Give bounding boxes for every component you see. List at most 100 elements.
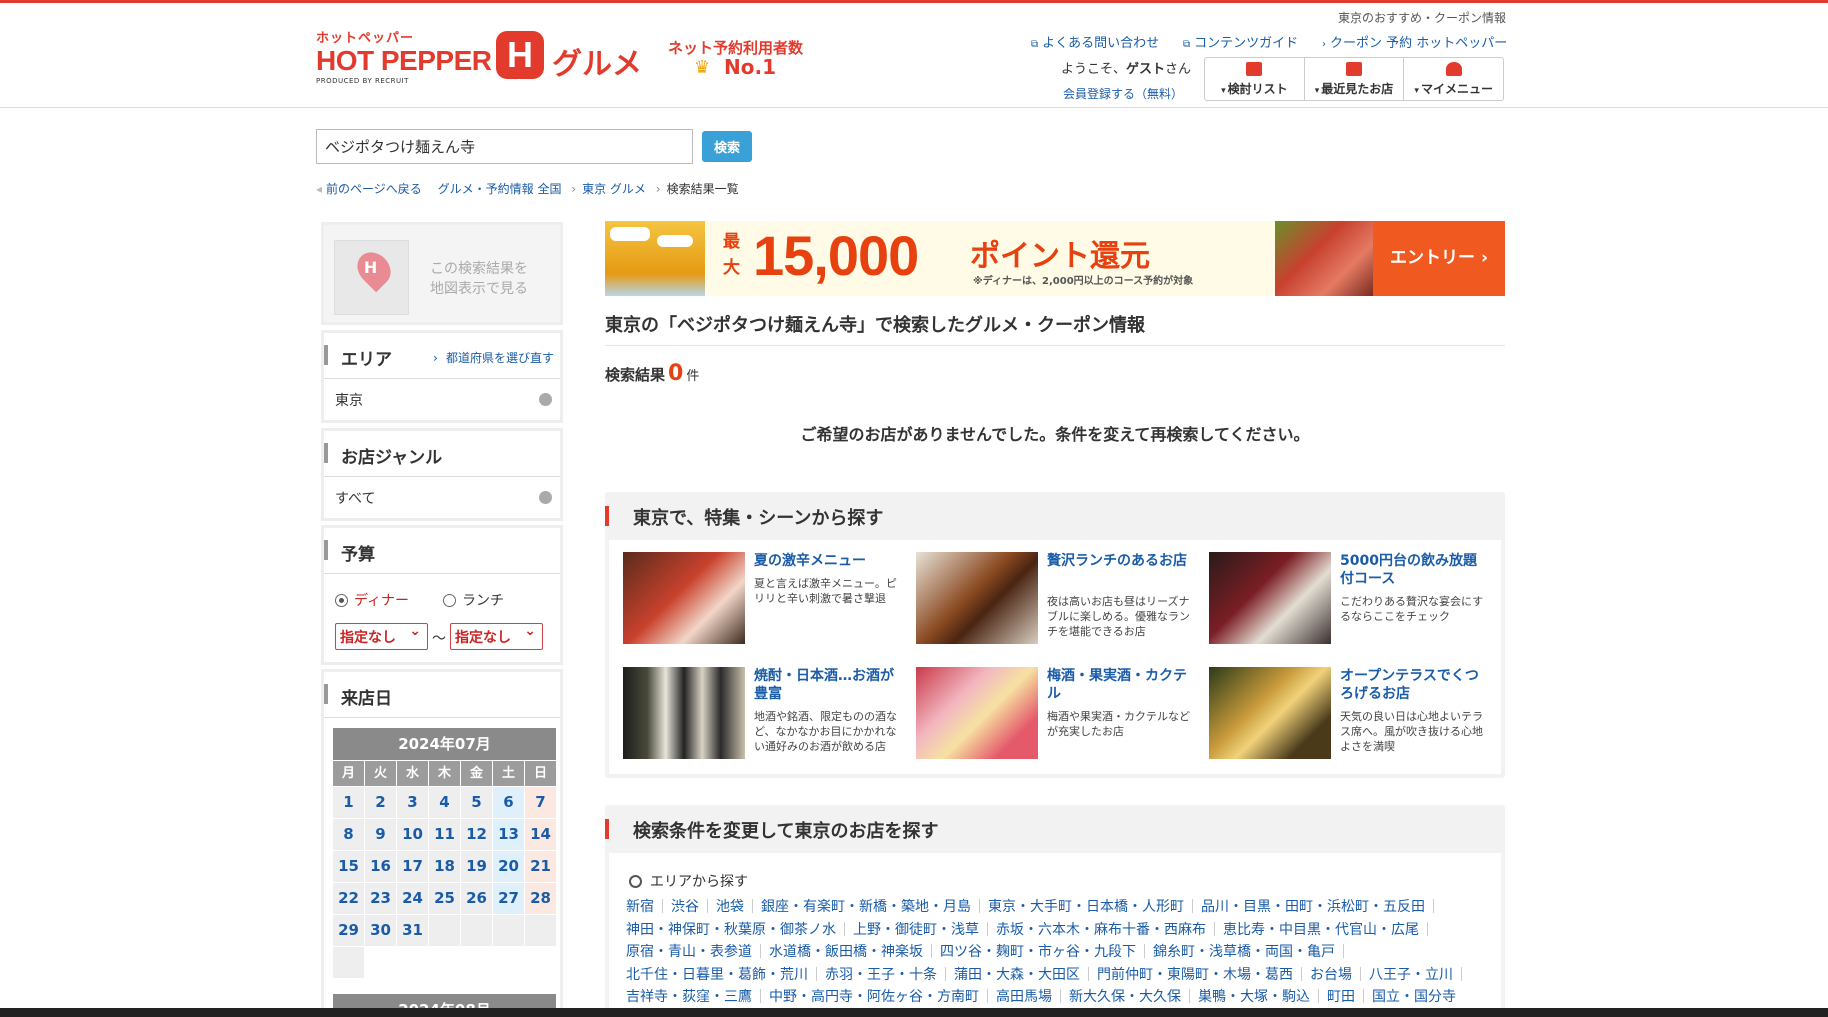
area-link[interactable]: 四ツ谷・麹町・市ヶ谷・九段下 [940, 944, 1136, 960]
calendar-day[interactable]: 25 [429, 883, 460, 914]
map-view-box[interactable]: この検索結果を地図表示で見る [321, 222, 563, 325]
link-separator [987, 989, 988, 1003]
change-prefecture-link[interactable]: 都道府県を選び直す [433, 349, 554, 366]
area-link[interactable]: 町田 [1327, 989, 1355, 1005]
area-link[interactable]: 銀座・有楽町・新橋・築地・月島 [761, 899, 971, 915]
area-selector[interactable]: 東京 [324, 379, 560, 419]
back-link[interactable]: 前のページへ戻る [326, 182, 422, 196]
breadcrumb-nationwide[interactable]: グルメ・予約情報 全国 [438, 182, 562, 196]
logo-kana[interactable]: ホットペッパー [316, 27, 414, 46]
search-input[interactable] [316, 129, 693, 164]
calendar-day[interactable]: 23 [365, 883, 396, 914]
dinner-radio[interactable]: ディナー [335, 590, 409, 610]
calendar-day[interactable]: 6 [493, 787, 524, 818]
feature-item[interactable]: 焼酎・日本酒…お酒が豊富 地酒や銘酒、限定ものの酒など、なかなかお目にかかれない… [623, 667, 903, 767]
calendar-day[interactable]: 20 [493, 851, 524, 882]
area-link[interactable]: 中野・高円寺・阿佐ヶ谷・方南町 [769, 989, 979, 1005]
area-link[interactable]: 赤羽・王子・十条 [825, 967, 937, 983]
radio-selected-icon [335, 594, 348, 607]
lunch-radio[interactable]: ランチ [443, 590, 504, 610]
calendar-day[interactable]: 19 [461, 851, 492, 882]
banner-note: ※ディナーは、2,000円以上のコース予約が対象 [973, 276, 1194, 287]
logo-hot-pepper[interactable]: HOT PEPPER [316, 45, 492, 77]
calendar-day[interactable]: 14 [525, 819, 556, 850]
calendar-day[interactable]: 29 [333, 915, 364, 946]
breadcrumb-tokyo[interactable]: 東京 グルメ [582, 182, 646, 196]
calendar-day[interactable]: 18 [429, 851, 460, 882]
calendar-day[interactable]: 2 [365, 787, 396, 818]
feature-item[interactable]: 夏の激辛メニュー 夏と言えば激辛メニュー。ピリリと辛い刺激で暑さ撃退 [623, 552, 903, 652]
feature-item[interactable]: オープンテラスでくつろげるお店 天気の良い日は心地よいテラス席へ。風が吹き抜ける… [1209, 667, 1489, 767]
banner-entry-button[interactable]: エントリー › [1373, 221, 1505, 296]
area-link[interactable]: 恵比寿・中目黒・代官山・広尾 [1223, 922, 1419, 938]
feature-item-desc: 梅酒や果実酒・カクテルなどが充実したお店 [1047, 710, 1190, 738]
chevron-right-icon [539, 491, 552, 504]
area-link[interactable]: 神田・神保町・秋葉原・御茶ノ水 [626, 922, 836, 938]
area-link[interactable]: 渋谷 [671, 899, 699, 915]
nav-mymenu[interactable]: マイメニュー [1404, 58, 1503, 100]
area-link[interactable]: 高田馬場 [996, 989, 1052, 1005]
feature-section: 東京で、特集・シーンから探す 夏の激辛メニュー 夏と言えば激辛メニュー。ピリリと… [605, 492, 1505, 778]
area-link[interactable]: 原宿・青山・表参道 [626, 944, 752, 960]
calendar-day[interactable]: 9 [365, 819, 396, 850]
calendar-day[interactable]: 3 [397, 787, 428, 818]
calendar-day[interactable]: 26 [461, 883, 492, 914]
area-link[interactable]: 新大久保・大久保 [1069, 989, 1181, 1005]
coupon-link[interactable]: › クーポン 予約 ホットペッパー [1322, 32, 1507, 51]
feature-item[interactable]: 梅酒・果実酒・カクテル 梅酒や果実酒・カクテルなどが充実したお店 [916, 667, 1196, 767]
area-link[interactable]: 品川・目黒・田町・浜松町・五反田 [1201, 899, 1425, 915]
calendar-day[interactable]: 13 [493, 819, 524, 850]
area-link[interactable]: 巣鴨・大塚・駒込 [1198, 989, 1310, 1005]
calendar-day[interactable]: 5 [461, 787, 492, 818]
area-link[interactable]: 上野・御徒町・浅草 [853, 922, 979, 938]
area-link[interactable]: 北千住・日暮里・葛飾・荒川 [626, 967, 808, 983]
feature-item[interactable]: 5000円台の飲み放題付コース こだわりある贅沢な宴会にするならここをチェック [1209, 552, 1489, 652]
calendar-day[interactable]: 17 [397, 851, 428, 882]
feature-image [1209, 552, 1331, 644]
promo-banner[interactable]: 最大 15,000 ポイント還元 ※ディナーは、2,000円以上のコース予約が対… [605, 221, 1505, 296]
faq-link[interactable]: ⧉ よくある問い合わせ [1031, 32, 1159, 51]
logo-gourmet[interactable]: グルメ [552, 39, 642, 83]
calendar-day[interactable]: 16 [365, 851, 396, 882]
area-link[interactable]: 吉祥寺・荻窪・三鷹 [626, 989, 752, 1005]
area-link[interactable]: 蒲田・大森・大田区 [954, 967, 1080, 983]
calendar-day[interactable]: 12 [461, 819, 492, 850]
nav-recent[interactable]: 最近見たお店 [1305, 58, 1405, 100]
area-link[interactable]: 門前仲町・東陽町・木場・葛西 [1097, 967, 1293, 983]
horizontal-scrollbar[interactable] [0, 1008, 1828, 1017]
calendar-day[interactable]: 1 [333, 787, 364, 818]
register-link[interactable]: 会員登録する（無料） [1063, 85, 1183, 102]
recommend-link[interactable]: 東京のおすすめ・クーポン情報 [1338, 9, 1506, 26]
area-link[interactable]: 水道橋・飯田橋・神楽坂 [769, 944, 923, 960]
link-separator [1363, 989, 1364, 1003]
calendar-day[interactable]: 10 [397, 819, 428, 850]
calendar-day[interactable]: 21 [525, 851, 556, 882]
calendar-day[interactable]: 22 [333, 883, 364, 914]
area-link[interactable]: 池袋 [716, 899, 744, 915]
search-button[interactable]: 検索 [702, 131, 752, 162]
calendar-day[interactable]: 28 [525, 883, 556, 914]
area-link[interactable]: 新宿 [626, 899, 654, 915]
calendar-day[interactable]: 8 [333, 819, 364, 850]
area-link[interactable]: 八王子・立川 [1369, 967, 1453, 983]
logo-h-icon[interactable]: H [496, 31, 544, 79]
calendar-day[interactable]: 24 [397, 883, 428, 914]
calendar-day[interactable]: 30 [365, 915, 396, 946]
nav-shortlist[interactable]: 検討リスト [1205, 58, 1305, 100]
area-link[interactable]: 赤坂・六本木・麻布十番・西麻布 [996, 922, 1206, 938]
area-link[interactable]: 東京・大手町・日本橋・人形町 [988, 899, 1184, 915]
content-guide-link[interactable]: ⧉ コンテンツガイド [1183, 32, 1298, 51]
calendar-day[interactable]: 7 [525, 787, 556, 818]
calendar-day[interactable]: 27 [493, 883, 524, 914]
calendar-day[interactable]: 4 [429, 787, 460, 818]
calendar-day[interactable]: 11 [429, 819, 460, 850]
calendar-day[interactable]: 31 [397, 915, 428, 946]
area-link[interactable]: 国立・国分寺 [1372, 989, 1456, 1005]
feature-item[interactable]: 贅沢ランチのあるお店 夜は高いお店も昼はリーズナブルに楽しめる。優雅なランチを堪… [916, 552, 1196, 652]
calendar-day[interactable]: 15 [333, 851, 364, 882]
area-link[interactable]: 錦糸町・浅草橋・両国・亀戸 [1153, 944, 1335, 960]
area-link[interactable]: お台場 [1310, 967, 1352, 983]
budget-max-select[interactable]: 指定なし [450, 623, 543, 650]
budget-min-select[interactable]: 指定なし [335, 623, 428, 650]
genre-selector[interactable]: すべて [324, 477, 560, 517]
